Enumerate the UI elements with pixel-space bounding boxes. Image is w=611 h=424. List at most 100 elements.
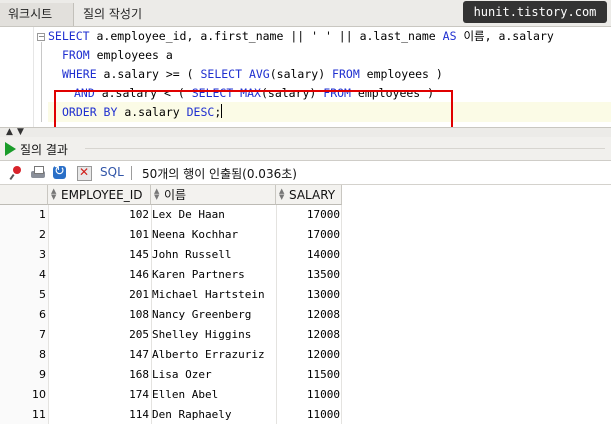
editor-gutter — [0, 27, 34, 127]
code-line[interactable]: FROM employees a — [62, 46, 173, 65]
sql-button[interactable]: SQL — [100, 165, 124, 179]
cell-employee-id[interactable]: 146 — [48, 265, 150, 285]
cell-salary[interactable]: 12000 — [276, 345, 340, 365]
sql-text: employees ) — [366, 67, 443, 81]
cell-employee-id[interactable]: 174 — [48, 385, 150, 405]
tab-worksheet[interactable]: 워크시트 — [0, 3, 74, 26]
sort-icon[interactable]: ▲ ▼ — [279, 188, 287, 201]
cell-salary[interactable]: 13000 — [276, 285, 340, 305]
cell-name[interactable]: Shelley Higgins — [152, 325, 275, 345]
column-header-employee-id[interactable]: ▲ ▼ EMPLOYEE_ID — [48, 185, 151, 205]
cell-employee-id[interactable]: 201 — [48, 285, 150, 305]
cell-employee-id[interactable]: 147 — [48, 345, 150, 365]
cell-employee-id[interactable]: 145 — [48, 245, 150, 265]
table-row[interactable]: 8 147 Alberto Errazuriz 12000 — [0, 345, 343, 365]
sql-text: a.salary — [124, 105, 187, 119]
splitter-down-icon[interactable]: ▼ — [17, 127, 24, 137]
row-number[interactable]: 8 — [0, 345, 48, 365]
table-row[interactable]: 4 146 Karen Partners 13500 — [0, 265, 343, 285]
row-number[interactable]: 3 — [0, 245, 48, 265]
results-toolbar: SQL 50개의 행이 인출됨(0.036초) — [0, 161, 611, 185]
cell-name[interactable]: Nancy Greenberg — [152, 305, 275, 325]
code-line[interactable]: WHERE a.salary >= ( SELECT AVG(salary) F… — [62, 65, 443, 84]
pin-icon[interactable] — [8, 165, 24, 181]
table-row[interactable]: 6 108 Nancy Greenberg 12008 — [0, 305, 343, 325]
row-number[interactable]: 9 — [0, 365, 48, 385]
pane-splitter[interactable]: ▲ ▼ — [0, 127, 611, 137]
row-number[interactable]: 4 — [0, 265, 48, 285]
sql-text: (salary) — [260, 86, 324, 100]
cell-name[interactable]: Ellen Abel — [152, 385, 275, 405]
cell-employee-id[interactable]: 205 — [48, 325, 150, 345]
cell-salary[interactable]: 17000 — [276, 205, 340, 225]
fold-guide-line — [41, 42, 42, 122]
cell-salary[interactable]: 12008 — [276, 325, 340, 345]
code-line[interactable]: ORDER BY a.salary DESC; — [62, 103, 223, 122]
table-row[interactable]: 11 114 Den Raphaely 11000 — [0, 405, 343, 424]
sort-icon[interactable]: ▲ ▼ — [51, 188, 59, 201]
sql-editor[interactable]: − SELECT a.employee_id, a.first_name || … — [0, 27, 611, 130]
cell-salary[interactable]: 12008 — [276, 305, 340, 325]
results-tab-label[interactable]: 질의 결과 — [20, 141, 68, 158]
sql-keyword: DESC — [186, 105, 215, 119]
row-number[interactable]: 7 — [0, 325, 48, 345]
column-header-name[interactable]: ▲ ▼ 이름 — [151, 185, 276, 205]
cell-name[interactable]: Neena Kochhar — [152, 225, 275, 245]
cell-employee-id[interactable]: 102 — [48, 205, 150, 225]
results-header-divider — [85, 148, 605, 149]
table-row[interactable]: 10 174 Ellen Abel 11000 — [0, 385, 343, 405]
cell-salary[interactable]: 13500 — [276, 265, 340, 285]
cell-employee-id[interactable]: 114 — [48, 405, 150, 424]
cell-name[interactable]: Alberto Errazuriz — [152, 345, 275, 365]
row-number[interactable]: 10 — [0, 385, 48, 405]
sql-keyword: WHERE — [62, 67, 104, 81]
sql-keyword: AND — [74, 86, 102, 100]
sql-keyword: FROM — [332, 67, 367, 81]
sort-icon[interactable]: ▲ ▼ — [154, 188, 162, 201]
cell-name[interactable]: Den Raphaely — [152, 405, 275, 424]
results-header: 질의 결과 — [0, 137, 611, 161]
cell-salary[interactable]: 14000 — [276, 245, 340, 265]
cell-name[interactable]: Michael Hartstein — [152, 285, 275, 305]
table-row[interactable]: 3 145 John Russell 14000 — [0, 245, 343, 265]
cell-name[interactable]: Karen Partners — [152, 265, 275, 285]
splitter-up-icon[interactable]: ▲ — [6, 127, 13, 137]
cell-name[interactable]: Lisa Ozer — [152, 365, 275, 385]
fold-collapse-icon[interactable]: − — [37, 33, 45, 41]
cell-employee-id[interactable]: 101 — [48, 225, 150, 245]
cell-salary[interactable]: 11500 — [276, 365, 340, 385]
tab-query-builder[interactable]: 질의 작성기 — [75, 3, 183, 26]
fetch-status: 50개의 행이 인출됨(0.036초) — [142, 167, 297, 181]
sql-keyword: SELECT AVG — [200, 67, 270, 81]
sql-text: employees ) — [357, 86, 435, 100]
code-line[interactable]: AND a.salary < ( SELECT MAX(salary) FROM… — [74, 84, 434, 103]
cell-employee-id[interactable]: 168 — [48, 365, 150, 385]
row-number[interactable]: 5 — [0, 285, 48, 305]
cell-name[interactable]: Lex De Haan — [152, 205, 275, 225]
print-icon[interactable] — [30, 165, 46, 181]
row-number[interactable]: 2 — [0, 225, 48, 245]
table-row[interactable]: 9 168 Lisa Ozer 11500 — [0, 365, 343, 385]
sql-text: (salary) — [269, 67, 333, 81]
code-line[interactable]: SELECT a.employee_id, a.first_name || ' … — [48, 27, 554, 46]
row-number[interactable]: 6 — [0, 305, 48, 325]
row-number[interactable]: 1 — [0, 205, 48, 225]
worksheet-tabbar: 워크시트 질의 작성기 hunit.tistory.com — [0, 0, 611, 27]
table-row[interactable]: 1 102 Lex De Haan 17000 — [0, 205, 343, 225]
results-grid[interactable]: ▲ ▼ EMPLOYEE_ID ▲ ▼ 이름 ▲ ▼ SALARY 1 102 Lex D… — [0, 185, 611, 424]
table-row[interactable]: 7 205 Shelley Higgins 12008 — [0, 325, 343, 345]
cell-salary[interactable]: 17000 — [276, 225, 340, 245]
row-number-header — [0, 185, 48, 205]
table-row[interactable]: 5 201 Michael Hartstein 13000 — [0, 285, 343, 305]
cell-employee-id[interactable]: 108 — [48, 305, 150, 325]
cell-salary[interactable]: 11000 — [276, 405, 340, 424]
row-number[interactable]: 11 — [0, 405, 48, 424]
run-result-icon — [5, 142, 16, 156]
cell-salary[interactable]: 11000 — [276, 385, 340, 405]
table-row[interactable]: 2 101 Neena Kochhar 17000 — [0, 225, 343, 245]
cell-name[interactable]: John Russell — [152, 245, 275, 265]
refresh-icon[interactable] — [52, 164, 68, 181]
watermark: hunit.tistory.com — [463, 1, 607, 23]
column-header-salary[interactable]: ▲ ▼ SALARY — [276, 185, 342, 205]
cancel-query-icon[interactable] — [76, 165, 92, 181]
